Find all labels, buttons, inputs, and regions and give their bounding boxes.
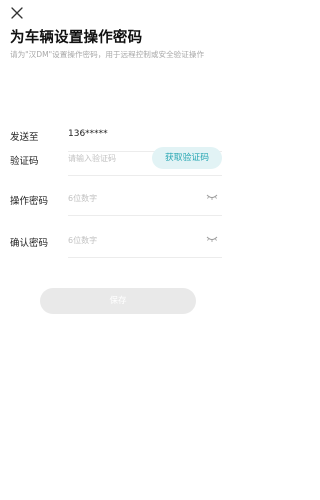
verification-code-label: 验证码: [10, 156, 39, 167]
close-icon[interactable]: [10, 6, 24, 20]
phone-number: 136*****: [68, 129, 108, 139]
confirm-password-input[interactable]: [68, 230, 188, 250]
password-row: 操作密码: [10, 180, 222, 216]
page-description: 请为"汉DM"设置操作密码，用于远程控制或安全验证操作: [10, 50, 205, 59]
confirm-password-row: 确认密码: [10, 222, 222, 258]
password-input[interactable]: [68, 188, 188, 208]
get-code-button[interactable]: 获取验证码: [152, 147, 222, 169]
divider: [68, 215, 222, 216]
divider: [68, 175, 222, 176]
password-label: 操作密码: [10, 196, 49, 207]
save-button[interactable]: 保存: [40, 288, 196, 314]
verification-code-row: 验证码 获取验证码: [10, 140, 222, 176]
confirm-password-label: 确认密码: [10, 238, 49, 249]
page-title: 为车辆设置操作密码: [10, 30, 143, 46]
divider: [68, 257, 222, 258]
eye-closed-icon[interactable]: [206, 193, 218, 201]
eye-closed-icon[interactable]: [206, 235, 218, 243]
